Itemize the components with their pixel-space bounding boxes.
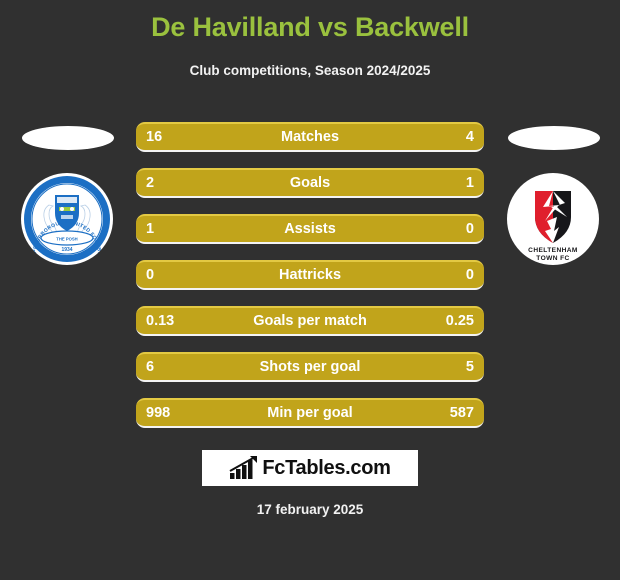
table-row: 0.13 Goals per match 0.25 [136,306,484,336]
stats-list: 16 Matches 4 2 Goals 1 1 Assists 0 0 Hat… [136,122,484,428]
stat-label: Goals [289,175,331,191]
table-row: 1 Assists 0 [136,214,484,244]
cheltenham-town-fc-crest-icon: CHELTENHAM TOWN FC [508,174,598,264]
stat-label: Min per goal [267,405,353,421]
stat-label: Assists [284,221,336,237]
svg-text:CHELTENHAM: CHELTENHAM [528,247,578,254]
table-row: 998 Min per goal 587 [136,398,484,428]
away-value: 587 [449,405,474,421]
away-value: 0 [465,267,474,283]
away-value: 5 [465,359,474,375]
table-row: 0 Hattricks 0 [136,260,484,290]
away-team-crest-column: CHELTENHAM TOWN FC [494,118,612,288]
home-team-crest: THE POSH 1934 PETERBOROUGH UNITED FOOTBA… [21,173,113,265]
peterborough-united-fc-crest-icon: THE POSH 1934 PETERBOROUGH UNITED FOOTBA… [21,173,112,264]
stat-label: Hattricks [278,267,342,283]
away-team-crest: CHELTENHAM TOWN FC [507,173,599,265]
table-row: 2 Goals 1 [136,168,484,198]
stat-label: Shots per goal [259,359,361,375]
away-value: 0.25 [445,313,474,329]
table-row: 16 Matches 4 [136,122,484,152]
away-crest-highlight-ellipse [508,126,600,150]
page-title: De Havilland vs Backwell [151,12,469,42]
svg-text:TOWN FC: TOWN FC [536,255,569,262]
away-value: 4 [465,129,474,145]
away-value: 0 [465,221,474,237]
stats-comparison-page: De Havilland vs Backwell Club competitio… [0,0,620,580]
svg-text:THE POSH: THE POSH [56,237,77,242]
report-date: 17 february 2025 [256,502,364,517]
away-value: 1 [465,175,474,191]
home-team-crest-column: THE POSH 1934 PETERBOROUGH UNITED FOOTBA… [8,118,126,288]
bar-chart-arrow-icon [229,456,258,479]
fctables-logo-text: FcTables.com [262,457,391,479]
stat-label: Goals per match [253,313,367,329]
home-crest-highlight-ellipse [22,126,114,150]
fctables-logo[interactable]: FcTables.com [202,450,418,486]
table-row: 6 Shots per goal 5 [136,352,484,382]
stat-label: Matches [280,129,340,145]
page-subtitle: Club competitions, Season 2024/2025 [189,63,431,78]
svg-text:1934: 1934 [61,247,72,253]
